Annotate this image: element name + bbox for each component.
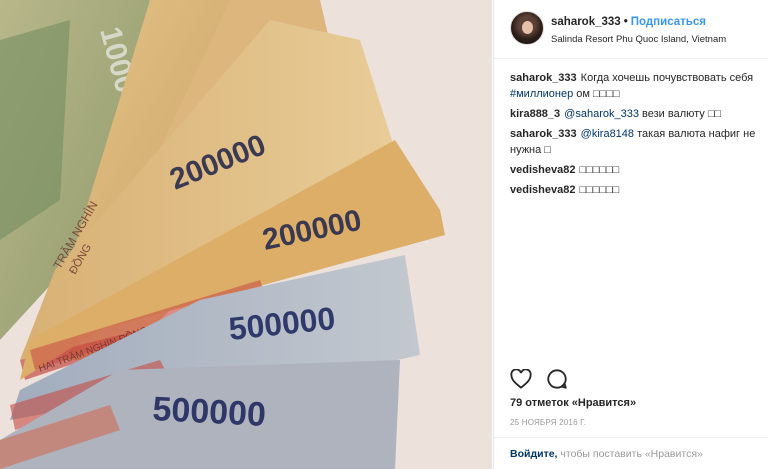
comment-item: vedisheva82 □□□□□□ [510,162,760,178]
note-denomination: 500000 [152,390,267,434]
author-username[interactable]: saharok_333 [551,16,621,28]
comment-username[interactable]: vedisheva82 [510,164,575,176]
likes-count[interactable]: 79 отметок «Нравится» [510,397,636,409]
comment-text-tail: ом □□□□ [573,88,620,100]
comment-username[interactable]: saharok_333 [510,72,577,84]
post-author-line: saharok_333 • Подписаться [551,16,706,28]
login-prompt-text: чтобы поставить «Нравится» [557,448,703,460]
comment-text: Когда хочешь почувствовать себя [580,72,754,84]
post-photo[interactable]: 1000 200000 TRĂM NGHÌN ĐỒNG 200000 HAI T… [0,0,492,469]
comments-list: saharok_333 Когда хочешь почувствовать се… [510,70,760,202]
comment-text: □□□□□□ [579,184,620,196]
heart-icon[interactable] [510,368,532,394]
comment-caption: saharok_333 Когда хочешь почувствовать се… [510,70,760,102]
comment-text: вези валюту □□ [638,108,722,120]
comment-username[interactable]: saharok_333 [510,128,577,140]
post-header: saharok_333 • Подписаться Salinda Resort P… [494,0,768,59]
comment-bubble-icon[interactable] [546,368,568,395]
comment-username[interactable]: vedisheva82 [510,184,575,196]
comment-item: saharok_333 @kira8148 такая валюта нафиг … [510,126,760,158]
follow-button[interactable]: Подписаться [631,16,706,28]
banknotes-image: 1000 200000 TRĂM NGHÌN ĐỒNG 200000 HAI T… [0,0,492,469]
login-prompt: Войдите, чтобы поставить «Нравится» [494,437,768,460]
post-sidebar: saharok_333 • Подписаться Salinda Resort P… [493,0,768,469]
hashtag-link[interactable]: #миллионер [510,88,573,100]
comment-item: kira888_3 @saharok_333 вези валюту □□ [510,106,760,122]
post-actions [510,368,760,392]
mention-link[interactable]: @saharok_333 [564,108,639,120]
comment-item: vedisheva82 □□□□□□ [510,182,760,198]
comment-text: □□□□□□ [579,164,620,176]
profile-avatar[interactable] [510,11,544,45]
mention-link[interactable]: @kira8148 [581,128,634,140]
post-location[interactable]: Salinda Resort Phu Quoc Island, Vietnam [551,34,726,45]
login-link[interactable]: Войдите, [510,448,557,460]
comment-username[interactable]: kira888_3 [510,108,560,120]
post-date: 25 НОЯБРЯ 2016 Г. [510,418,587,427]
